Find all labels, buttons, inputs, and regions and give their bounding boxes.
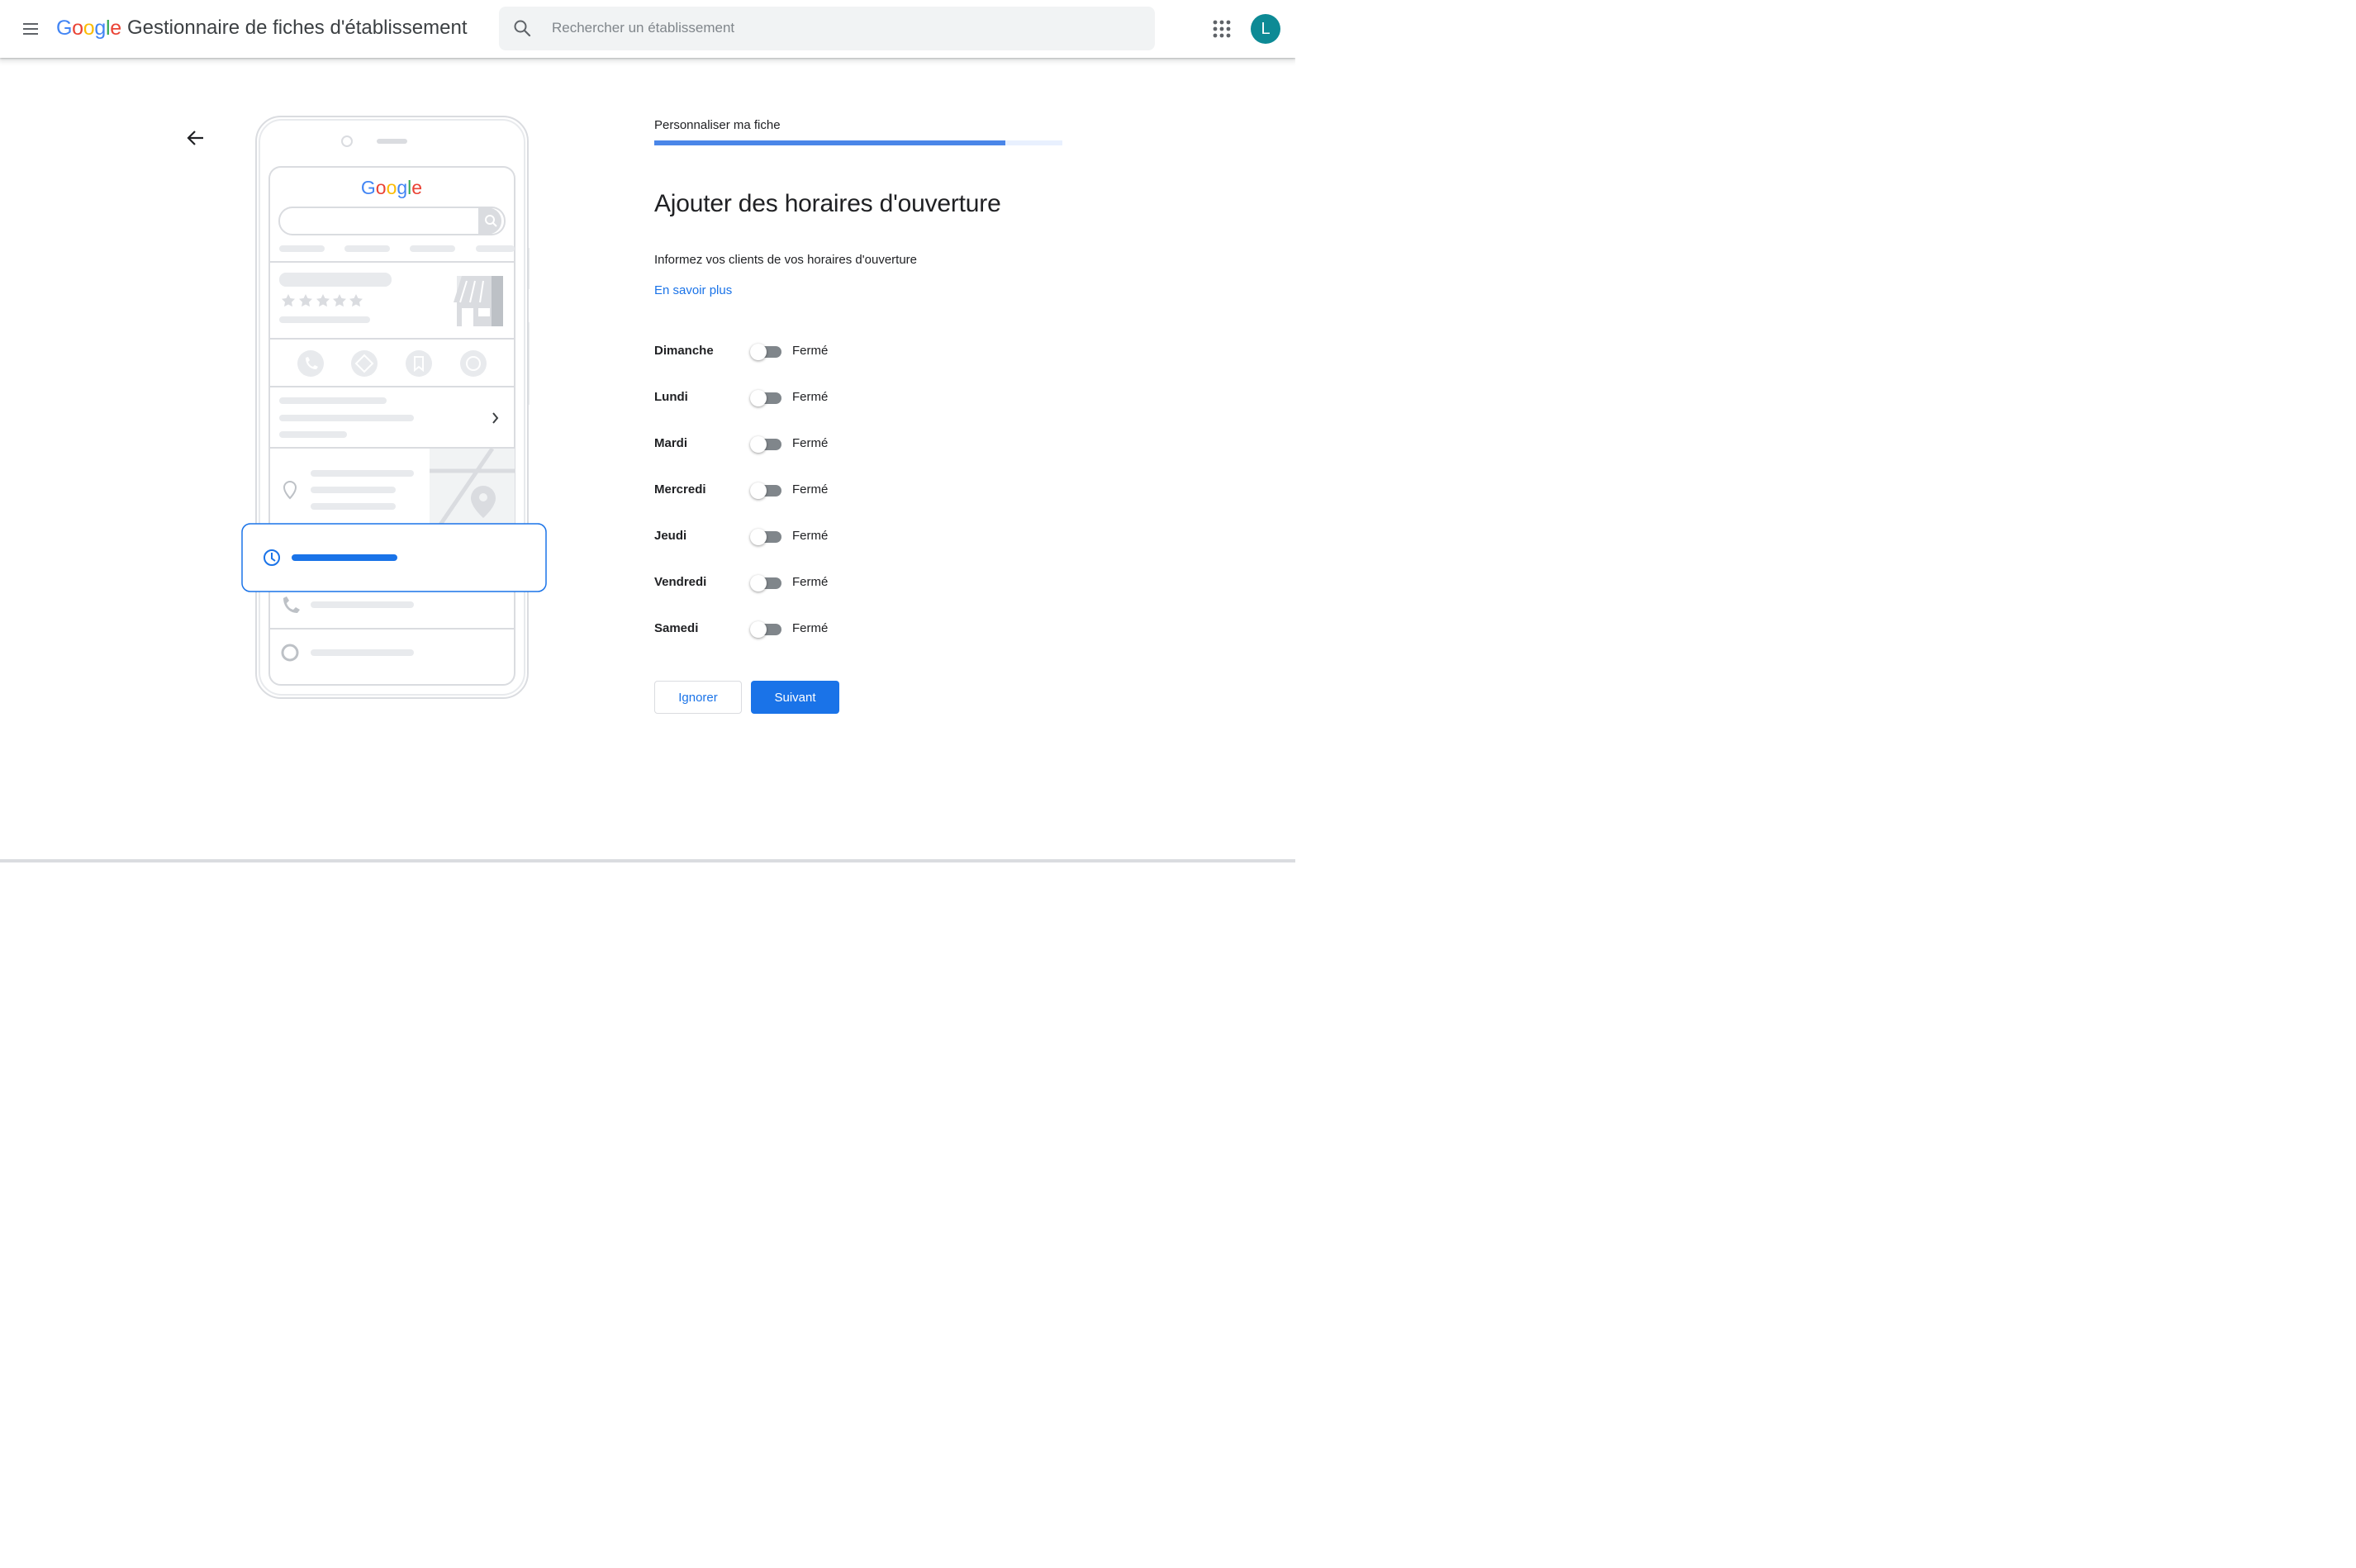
hamburger-menu-icon: [23, 23, 38, 35]
progress-bar-fill: [654, 140, 1005, 145]
day-open-toggle[interactable]: [750, 621, 785, 638]
toggle-knob: [750, 344, 767, 360]
day-open-toggle[interactable]: [750, 482, 785, 499]
page-title: Ajouter des horaires d'ouverture: [654, 190, 1001, 217]
toggle-knob: [750, 529, 767, 545]
main-menu-button[interactable]: [16, 14, 45, 44]
phone-illustration: Google: [255, 116, 530, 699]
toggle-knob: [750, 482, 767, 499]
day-row: Mardi Fermé: [654, 430, 985, 456]
day-status-label: Fermé: [792, 529, 829, 543]
google-apps-icon[interactable]: [1210, 17, 1233, 40]
day-status-label: Fermé: [792, 621, 829, 635]
learn-more-link[interactable]: En savoir plus: [654, 283, 732, 297]
back-arrow-icon[interactable]: [183, 126, 208, 150]
page: Google Gestionnaire de fiches d'établiss…: [0, 0, 1295, 862]
day-row: Mercredi Fermé: [654, 476, 985, 502]
search-input[interactable]: Rechercher un établissement: [552, 20, 734, 36]
day-status-label: Fermé: [792, 482, 829, 497]
google-logo[interactable]: Google: [56, 17, 121, 40]
day-open-toggle[interactable]: [750, 436, 785, 453]
toggle-knob: [750, 575, 767, 592]
toggle-knob: [750, 390, 767, 406]
day-status-label: Fermé: [792, 344, 829, 358]
top-app-bar: Google Gestionnaire de fiches d'établiss…: [0, 0, 1295, 58]
bottom-divider: [0, 859, 1295, 862]
day-row: Jeudi Fermé: [654, 522, 985, 549]
next-button[interactable]: Suivant: [751, 681, 839, 714]
app-title: Gestionnaire de fiches d'établissement: [127, 17, 468, 39]
search-icon[interactable]: [512, 18, 532, 38]
day-name: Vendredi: [654, 575, 707, 589]
day-row: Lundi Fermé: [654, 383, 985, 410]
day-status-label: Fermé: [792, 436, 829, 450]
toggle-knob: [750, 621, 767, 638]
day-name: Dimanche: [654, 344, 714, 358]
step-label: Personnaliser ma fiche: [654, 118, 781, 132]
day-open-toggle[interactable]: [750, 344, 785, 360]
day-name: Jeudi: [654, 529, 687, 543]
day-open-toggle[interactable]: [750, 575, 785, 592]
day-name: Samedi: [654, 621, 699, 635]
day-row: Vendredi Fermé: [654, 568, 985, 595]
account-avatar[interactable]: L: [1251, 14, 1280, 44]
phone-google-logo: Google: [361, 177, 422, 198]
day-status-label: Fermé: [792, 390, 829, 404]
progress-bar: [654, 140, 1062, 145]
hours-callout-card: [241, 523, 547, 592]
day-row: Samedi Fermé: [654, 615, 985, 641]
day-row: Dimanche Fermé: [654, 337, 985, 363]
day-name: Mercredi: [654, 482, 706, 497]
ignore-button[interactable]: Ignorer: [654, 681, 742, 714]
toggle-knob: [750, 436, 767, 453]
day-open-toggle[interactable]: [750, 529, 785, 545]
day-name: Lundi: [654, 390, 688, 404]
day-status-label: Fermé: [792, 575, 829, 589]
day-open-toggle[interactable]: [750, 390, 785, 406]
storefront-icon: [454, 276, 503, 326]
day-name: Mardi: [654, 436, 688, 450]
page-subtitle: Informez vos clients de vos horaires d'o…: [654, 253, 918, 267]
